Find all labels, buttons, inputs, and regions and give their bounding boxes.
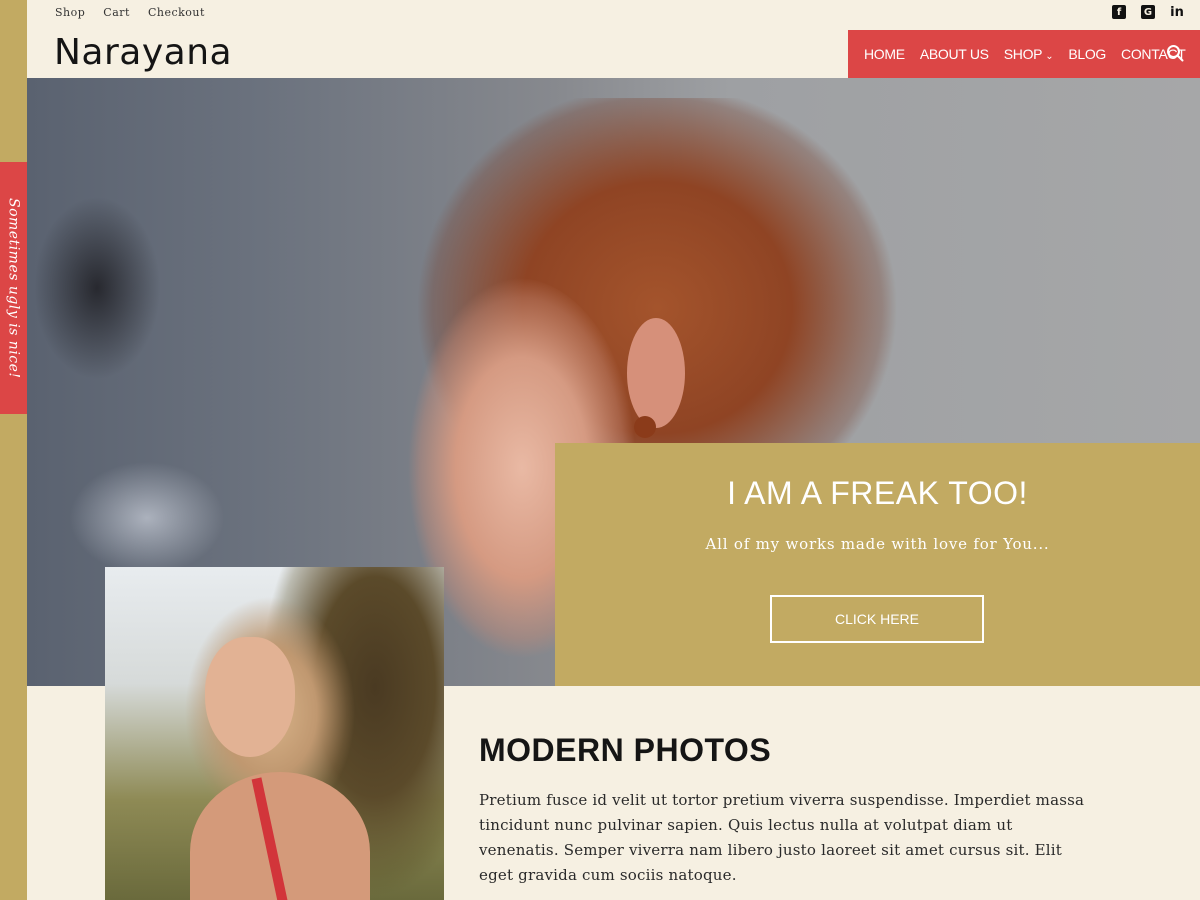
hero-photo-earring <box>634 416 656 438</box>
section-text: Pretium fusce id velit ut tortor pretium… <box>479 791 1085 884</box>
top-bar: Shop Cart Checkout f G in <box>27 0 1200 28</box>
hero-photo-ear <box>627 318 685 428</box>
hero-subtitle: All of my works made with love for You..… <box>705 535 1050 553</box>
site-brand[interactable]: Narayana <box>54 32 232 73</box>
main-nav: HOME ABOUT US SHOP ⌄ BLOG CONTACT <box>848 30 1200 78</box>
modern-photo-image <box>105 567 444 900</box>
search-icon[interactable] <box>1166 44 1184 62</box>
section-title: MODERN PHOTOS <box>479 732 772 768</box>
chevron-down-icon: ⌄ <box>1045 51 1054 62</box>
nav-item-home[interactable]: HOME <box>864 46 905 62</box>
hero-title: I AM A FREAK TOO! <box>727 475 1028 511</box>
google-plus-icon[interactable]: G <box>1141 5 1155 19</box>
side-tagline-tab[interactable]: Sometimes ugly is nice! <box>0 162 27 414</box>
nav-item-shop[interactable]: SHOP ⌄ <box>1004 46 1054 62</box>
linkedin-icon[interactable]: in <box>1170 5 1184 20</box>
top-link-cart[interactable]: Cart <box>103 6 130 19</box>
social-links: f G in <box>1112 5 1184 20</box>
side-tagline-text: Sometimes ugly is nice! <box>5 197 22 379</box>
nav-item-shop-label: SHOP <box>1003 46 1043 62</box>
top-links: Shop Cart Checkout <box>55 6 205 19</box>
hero-cta-box: I AM A FREAK TOO! All of my works made w… <box>555 443 1200 686</box>
photo-face <box>205 637 295 757</box>
nav-item-blog[interactable]: BLOG <box>1068 46 1106 62</box>
facebook-icon[interactable]: f <box>1112 5 1126 19</box>
nav-item-about[interactable]: ABOUT US <box>920 46 989 62</box>
left-rail <box>0 0 27 900</box>
top-link-checkout[interactable]: Checkout <box>148 6 205 19</box>
top-link-shop[interactable]: Shop <box>55 6 85 19</box>
click-here-button[interactable]: CLICK HERE <box>770 595 984 643</box>
